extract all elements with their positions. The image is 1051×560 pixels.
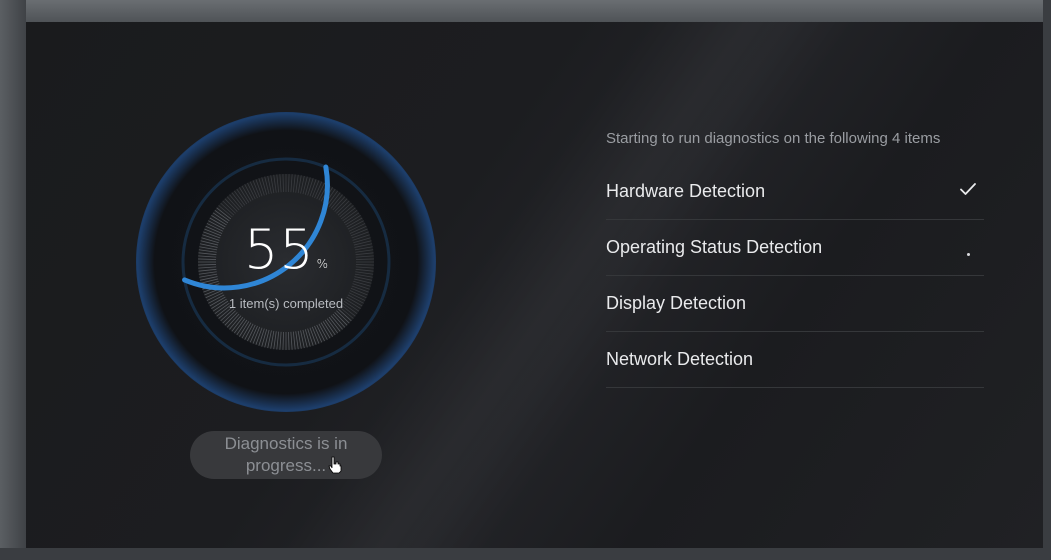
monitor-bezel-bottom (0, 548, 1051, 560)
diagnostics-intro: Starting to run diagnostics on the follo… (606, 130, 941, 147)
list-item-network-detection: Network Detection (606, 332, 984, 388)
diagnostics-status-button[interactable]: Diagnostics is in progress... (190, 431, 382, 479)
progress-percent-unit: % (316, 257, 329, 271)
list-item-hardware-detection: Hardware Detection (606, 164, 984, 220)
list-item-label: Hardware Detection (606, 181, 766, 201)
diagnostics-screen: 55% 1 item(s) completed Diagnostics is i… (26, 22, 1043, 548)
loading-dot-icon (967, 253, 970, 256)
diagnostics-list: Starting to run diagnostics on the follo… (606, 130, 984, 388)
progress-percent-number: 55 (243, 218, 315, 281)
progress-percent: 55% (136, 222, 436, 292)
list-item-label: Network Detection (606, 349, 754, 369)
progress-dial: 55% 1 item(s) completed (136, 112, 436, 412)
hand-cursor-icon (328, 456, 342, 474)
check-icon (960, 183, 976, 195)
list-item-operating-status-detection: Operating Status Detection (606, 220, 984, 276)
monitor-bezel-top (0, 0, 1051, 22)
monitor-bezel-right (1043, 0, 1051, 560)
completed-count: 1 item(s) completed (228, 296, 344, 311)
monitor-bezel-left (0, 0, 26, 560)
list-item-label: Display Detection (606, 293, 747, 313)
list-item-display-detection: Display Detection (606, 276, 984, 332)
list-item-label: Operating Status Detection (606, 237, 823, 257)
